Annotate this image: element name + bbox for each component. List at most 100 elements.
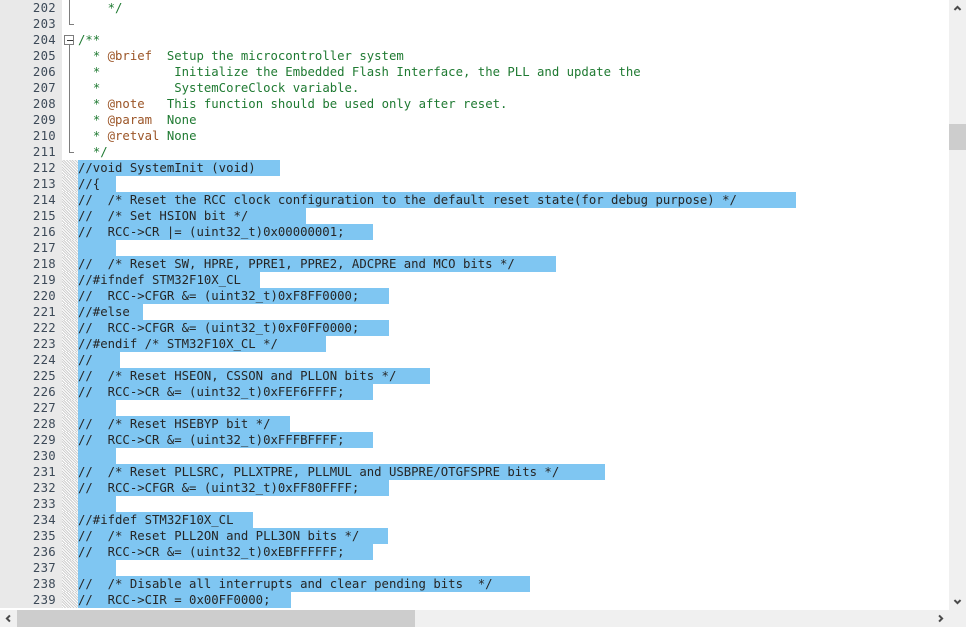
code-line[interactable]: 222 // RCC->CFGR &= (uint32_t)0xF0FF0000;	[0, 320, 949, 336]
horizontal-scrollbar[interactable]	[0, 610, 949, 627]
line-number: 229	[0, 432, 62, 448]
code-token: // /* Set HSION bit */	[78, 209, 249, 223]
code-line[interactable]: 216 // RCC->CR |= (uint32_t)0x00000001;	[0, 224, 949, 240]
code-line-list[interactable]: 202 */203 204 /** 205 * @brief Setup the mi…	[0, 0, 949, 608]
code-line-text[interactable]: * @brief Setup the microcontroller syste…	[78, 48, 404, 64]
code-line-text[interactable]: // RCC->CFGR &= (uint32_t)0xFF80FFFF;	[78, 480, 389, 496]
code-line-text[interactable]: //	[78, 352, 120, 368]
code-text: // /* Disable all interrupts and clear p…	[78, 577, 493, 591]
code-line[interactable]: 228 // /* Reset HSEBYP bit */	[0, 416, 949, 432]
code-line-text[interactable]: // RCC->CR &= (uint32_t)0xEBFFFFFF;	[78, 544, 373, 560]
code-line-text[interactable]: /**	[78, 32, 100, 48]
code-line-text[interactable]: //#endif /* STM32F10X_CL */	[78, 336, 326, 352]
fold-collapse-icon[interactable]	[64, 35, 74, 45]
code-line-text[interactable]: * SystemCoreClock variable.	[78, 80, 360, 96]
code-line-text[interactable]: */	[78, 0, 123, 16]
code-line[interactable]: 223 //#endif /* STM32F10X_CL */	[0, 336, 949, 352]
code-line-text[interactable]: // RCC->CR &= (uint32_t)0xFFFBFFFF;	[78, 432, 373, 448]
line-number: 239	[0, 592, 62, 608]
code-line[interactable]: 221 //#else	[0, 304, 949, 320]
code-line[interactable]: 205 * @brief Setup the microcontroller s…	[0, 48, 949, 64]
code-line[interactable]: 220 // RCC->CFGR &= (uint32_t)0xF8FF0000;	[0, 288, 949, 304]
code-line[interactable]: 233	[0, 496, 949, 512]
code-line-text[interactable]: // RCC->CR |= (uint32_t)0x00000001;	[78, 224, 373, 240]
code-line-text[interactable]: // RCC->CIR = 0x00FF0000;	[78, 592, 291, 608]
code-line[interactable]: 218 // /* Reset SW, HPRE, PPRE1, PPRE2, A…	[0, 256, 949, 272]
code-line-text[interactable]: // /* Reset PLLSRC, PLLXTPRE, PLLMUL and…	[78, 464, 605, 480]
code-line[interactable]: 239 // RCC->CIR = 0x00FF0000;	[0, 592, 949, 608]
code-line[interactable]: 232 // RCC->CFGR &= (uint32_t)0xFF80FFFF;	[0, 480, 949, 496]
code-line[interactable]: 204 /**	[0, 32, 949, 48]
code-line[interactable]: 203	[0, 16, 949, 32]
code-line-text[interactable]: // RCC->CFGR &= (uint32_t)0xF8FF0000;	[78, 288, 389, 304]
code-line[interactable]: 208 * @note This function should be used…	[0, 96, 949, 112]
code-viewport[interactable]: 202 */203 204 /** 205 * @brief Setup the mi…	[0, 0, 949, 610]
fold-column	[62, 64, 78, 80]
code-line-text[interactable]: // /* Reset HSEON, CSSON and PLLON bits …	[78, 368, 430, 384]
code-line-text[interactable]: //#else	[78, 304, 143, 320]
vertical-scrollbar[interactable]	[949, 0, 966, 610]
code-line[interactable]: 207 * SystemCoreClock variable.	[0, 80, 949, 96]
code-line-text[interactable]: // /* Reset PLL2ON and PLL3ON bits */	[78, 528, 388, 544]
scroll-right-button[interactable]	[932, 610, 949, 627]
code-line[interactable]: 213 //{	[0, 176, 949, 192]
code-line-text[interactable]: // /* Reset SW, HPRE, PPRE1, PPRE2, ADCP…	[78, 256, 556, 272]
scroll-down-button[interactable]	[949, 593, 966, 610]
code-token: Setup the microcontroller system	[152, 49, 404, 63]
fold-column	[62, 560, 78, 576]
code-line[interactable]: 237	[0, 560, 949, 576]
code-line[interactable]: 217	[0, 240, 949, 256]
code-line-text[interactable]: // /* Reset HSEBYP bit */	[78, 416, 290, 432]
code-line-text[interactable]: //#ifdef STM32F10X_CL	[78, 512, 253, 528]
code-line-text[interactable]: // /* Reset the RCC clock configuration …	[78, 192, 796, 208]
scroll-up-button[interactable]	[949, 0, 966, 17]
code-line-text[interactable]: // RCC->CR &= (uint32_t)0xFEF6FFFF;	[78, 384, 373, 400]
code-line[interactable]: 202 */	[0, 0, 949, 16]
code-token: // /* Reset SW, HPRE, PPRE1, PPRE2, ADCP…	[78, 257, 515, 271]
code-line[interactable]: 212 //void SystemInit (void)	[0, 160, 949, 176]
code-line[interactable]: 219 //#ifndef STM32F10X_CL	[0, 272, 949, 288]
code-line-text[interactable]: * @retval None	[78, 128, 197, 144]
code-line[interactable]: 206 * Initialize the Embedded Flash Inte…	[0, 64, 949, 80]
fold-column	[62, 368, 78, 384]
selection-highlight	[78, 560, 116, 576]
fold-column[interactable]	[62, 32, 78, 48]
code-line[interactable]: 227	[0, 400, 949, 416]
code-line[interactable]: 211 */	[0, 144, 949, 160]
code-line[interactable]: 225 // /* Reset HSEON, CSSON and PLLON bi…	[0, 368, 949, 384]
horizontal-scrollbar-thumb[interactable]	[17, 610, 415, 627]
code-line[interactable]: 215 // /* Set HSION bit */	[0, 208, 949, 224]
code-line[interactable]: 236 // RCC->CR &= (uint32_t)0xEBFFFFFF;	[0, 544, 949, 560]
code-line-text[interactable]: * @param None	[78, 112, 197, 128]
code-line[interactable]: 224 //	[0, 352, 949, 368]
code-line-text[interactable]: // RCC->CFGR &= (uint32_t)0xF0FF0000;	[78, 320, 389, 336]
code-line[interactable]: 235 // /* Reset PLL2ON and PLL3ON bits */	[0, 528, 949, 544]
scroll-left-button[interactable]	[0, 610, 17, 627]
code-line-text[interactable]: //{	[78, 176, 116, 192]
code-line[interactable]: 230	[0, 448, 949, 464]
code-line-text[interactable]: * @note This function should be used onl…	[78, 96, 508, 112]
line-number: 204	[0, 32, 62, 48]
vertical-scrollbar-thumb[interactable]	[949, 124, 966, 150]
code-line-text[interactable]: //#ifndef STM32F10X_CL	[78, 272, 260, 288]
code-line[interactable]: 229 // RCC->CR &= (uint32_t)0xFFFBFFFF;	[0, 432, 949, 448]
fold-guide-line	[69, 64, 70, 80]
code-line[interactable]: 209 * @param None	[0, 112, 949, 128]
code-line-text[interactable]: // /* Set HSION bit */	[78, 208, 306, 224]
code-line[interactable]: 234 //#ifdef STM32F10X_CL	[0, 512, 949, 528]
code-line[interactable]: 238 // /* Disable all interrupts and clea…	[0, 576, 949, 592]
code-token: // /* Reset HSEBYP bit */	[78, 417, 271, 431]
code-text: // /* Reset HSEBYP bit */	[78, 417, 271, 431]
code-line-text[interactable]: // /* Disable all interrupts and clear p…	[78, 576, 530, 592]
code-line[interactable]: 231 // /* Reset PLLSRC, PLLXTPRE, PLLMUL …	[0, 464, 949, 480]
code-line[interactable]: 210 * @retval None	[0, 128, 949, 144]
code-token: @param	[107, 113, 153, 127]
code-text: // /* Set HSION bit */	[78, 209, 248, 223]
fold-column	[62, 16, 78, 32]
code-text: * @brief Setup the microcontroller syste…	[78, 49, 404, 63]
code-line-text[interactable]: //void SystemInit (void)	[78, 160, 280, 176]
code-line-text[interactable]: */	[78, 144, 108, 160]
code-line-text[interactable]: * Initialize the Embedded Flash Interfac…	[78, 64, 641, 80]
code-line[interactable]: 226 // RCC->CR &= (uint32_t)0xFEF6FFFF;	[0, 384, 949, 400]
code-line[interactable]: 214 // /* Reset the RCC clock configurati…	[0, 192, 949, 208]
